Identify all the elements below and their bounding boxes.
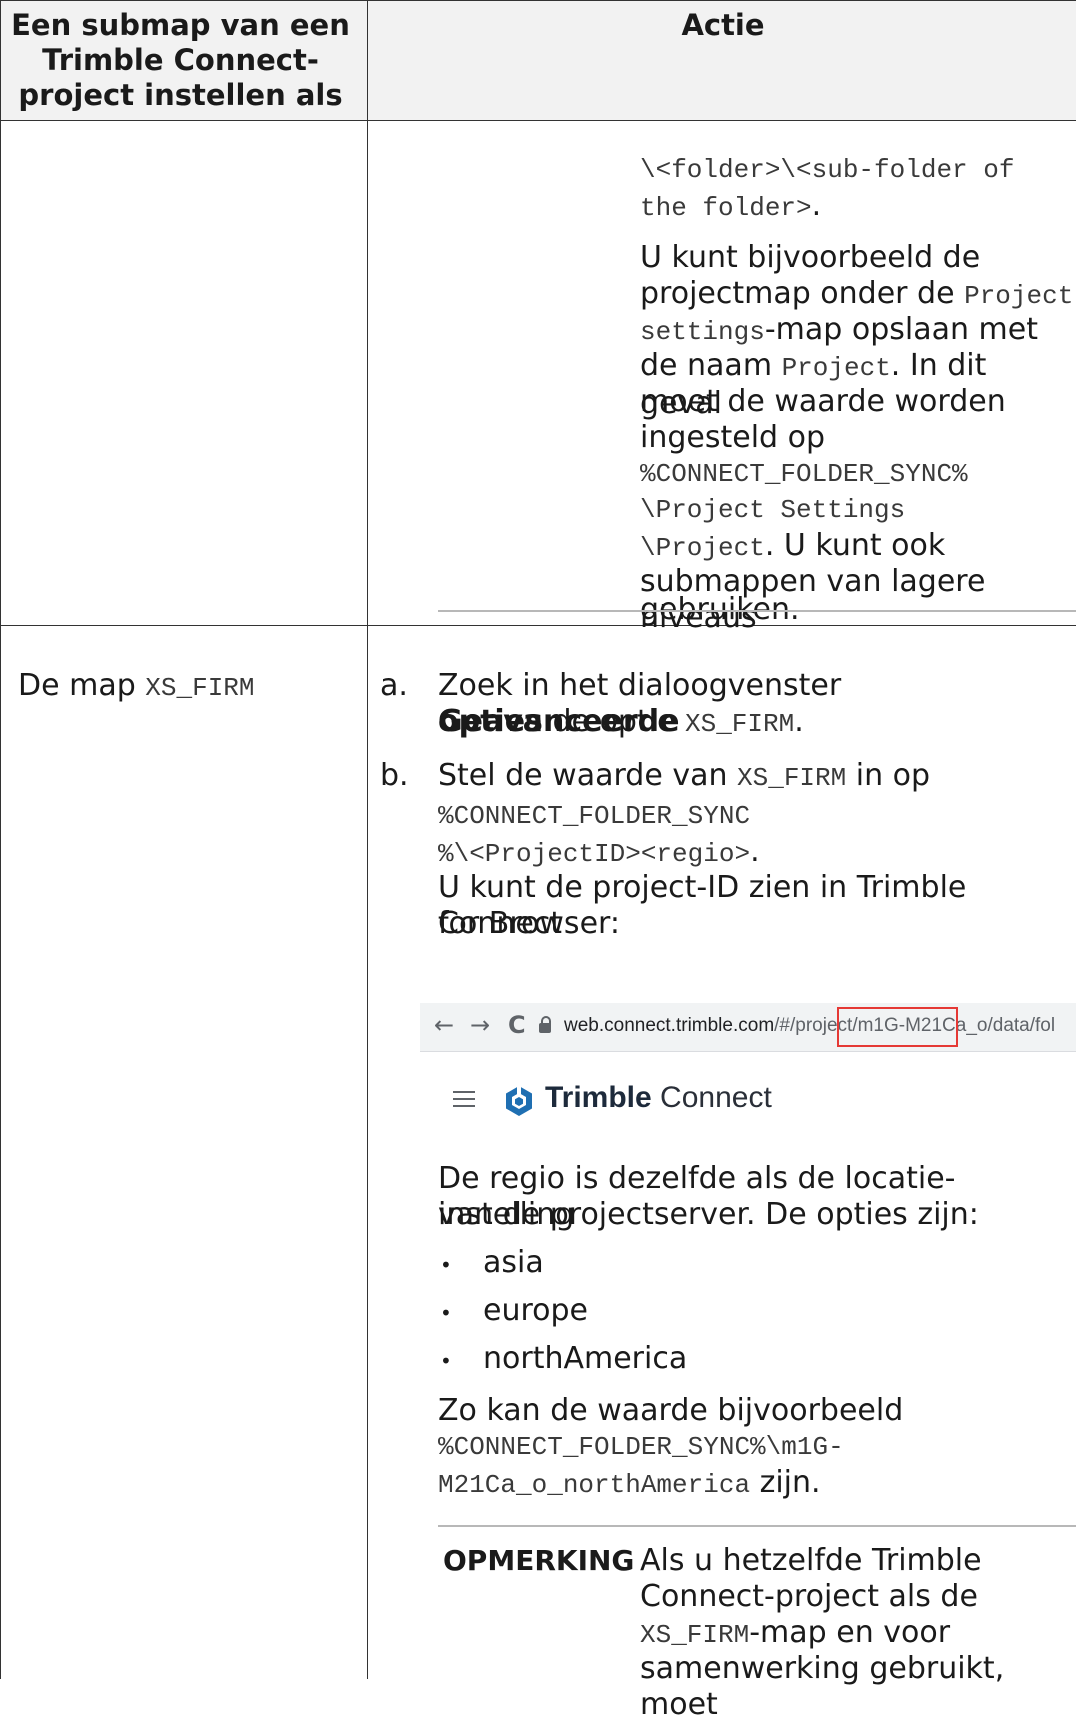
list-item: europe	[483, 1293, 588, 1328]
text: .	[811, 188, 822, 223]
code: Project	[781, 353, 891, 383]
para-line: Zo kan de waarde bijvoorbeeld	[438, 1393, 904, 1428]
bold-text: opties	[438, 704, 543, 739]
text: .	[794, 704, 804, 739]
step-marker: a.	[380, 668, 408, 703]
bullet-icon: •	[440, 1253, 452, 1277]
hamburger-menu-icon	[453, 1091, 475, 1112]
url-domain: web.connect.trimble.com	[564, 1015, 775, 1036]
text: -map opslaan met	[764, 312, 1038, 347]
text: in op	[846, 758, 931, 793]
para-line: U kunt bijvoorbeeld de	[640, 240, 981, 275]
para-line: settings-map opslaan met	[640, 312, 1038, 350]
project-id-highlight	[837, 1007, 958, 1047]
code-line: \Project Settings	[640, 495, 906, 525]
header-col1-line: Een submap van een	[11, 8, 350, 42]
note-line: Connect-project als de	[640, 1579, 978, 1614]
para-line: \Project. U kunt ook	[640, 528, 945, 566]
step-a-line2: opties de optie XS_FIRM.	[438, 704, 804, 742]
table-top-border	[0, 0, 1076, 1]
code: %\<ProjectID><regio>	[438, 839, 751, 869]
note-line: samenwerking gebruikt, moet	[640, 1651, 1005, 1722]
text: . U kunt ook	[764, 528, 946, 563]
code: M21Ca_o_northAmerica	[438, 1470, 751, 1500]
para-line: moet de waarde worden	[640, 384, 1006, 419]
url-path: /data/fol	[987, 1015, 1056, 1036]
note-line: Als u hetzelfde Trimble	[640, 1543, 982, 1578]
list-item: asia	[483, 1245, 544, 1280]
code: the folder>	[640, 193, 812, 223]
settings-table: Een submap van een Trimble Connect- proj…	[0, 0, 1076, 1722]
text: Stel de waarde van	[438, 758, 738, 793]
note-divider	[438, 610, 1076, 612]
code-line: %CONNECT_FOLDER_SYNC%	[640, 459, 968, 489]
code: XS_FIRM	[684, 709, 795, 739]
list-item: northAmerica	[483, 1341, 688, 1376]
header-col2: Actie	[681, 8, 765, 42]
text: -map en voor	[749, 1615, 951, 1650]
brand-rest: Connect	[651, 1081, 772, 1114]
text: de optie	[542, 704, 685, 739]
code: XS_FIRM	[145, 673, 255, 703]
code: Project	[964, 281, 1074, 311]
code: settings	[640, 317, 765, 347]
code: \Project	[640, 533, 765, 563]
column-divider	[367, 0, 368, 1679]
text: De map	[18, 668, 146, 703]
path-line-1: \<folder>\<sub-folder of	[640, 155, 1015, 185]
reload-icon: C	[508, 1011, 526, 1039]
para-line: van de projectserver. De opties zijn:	[438, 1197, 979, 1232]
step-b-line1: Stel de waarde van XS_FIRM in op	[438, 758, 930, 796]
text: projectmap onder de	[640, 276, 965, 311]
bullet-icon: •	[440, 1301, 452, 1325]
note-divider	[438, 1525, 1076, 1527]
back-arrow-icon: ←	[434, 1011, 455, 1039]
code-line: %CONNECT_FOLDER_SYNC	[438, 801, 751, 831]
para-line: projectmap onder de Project	[640, 276, 1073, 314]
note-label: OPMERKING	[443, 1544, 635, 1577]
table-left-border	[0, 0, 1, 1679]
note-line: XS_FIRM-map en voor	[640, 1615, 950, 1653]
text: de naam	[640, 348, 782, 383]
path-line-2: the folder>.	[640, 188, 821, 226]
header-col1-line: Trimble Connect-	[42, 43, 319, 77]
step-marker: b.	[380, 758, 409, 793]
header-divider	[0, 120, 1076, 121]
header-col1: Een submap van een Trimble Connect- proj…	[8, 8, 353, 113]
lock-icon	[539, 1016, 551, 1033]
code-line: %CONNECT_FOLDER_SYNC%\m1G-	[438, 1432, 844, 1462]
text: zijn.	[750, 1465, 821, 1500]
code: XS_FIRM	[640, 1620, 750, 1650]
row2-name: De map XS_FIRM	[18, 668, 255, 706]
bullet-icon: •	[440, 1349, 452, 1373]
para-line: ingesteld op	[640, 420, 826, 455]
para-line: M21Ca_o_northAmerica zijn.	[438, 1465, 821, 1503]
browser-url: web.connect.trimble.com/#/project/m1G-M2…	[564, 1015, 1055, 1037]
code: XS_FIRM	[737, 763, 847, 793]
code-line: %\<ProjectID><regio>.	[438, 834, 760, 872]
forward-arrow-icon: →	[470, 1011, 491, 1039]
text: .	[750, 834, 760, 869]
brand-bold: Trimble	[545, 1081, 652, 1114]
browser-screenshot: ← → C web.connect.trimble.com/#/project/…	[420, 1003, 1076, 1126]
text: Zoek in het dialoogvenster	[438, 668, 842, 703]
trimble-logo-icon	[506, 1086, 532, 1116]
header-col1-line: project instellen als	[18, 78, 343, 112]
para-line: for Browser:	[438, 906, 620, 941]
trimble-connect-brand: Trimble Connect	[545, 1081, 772, 1115]
